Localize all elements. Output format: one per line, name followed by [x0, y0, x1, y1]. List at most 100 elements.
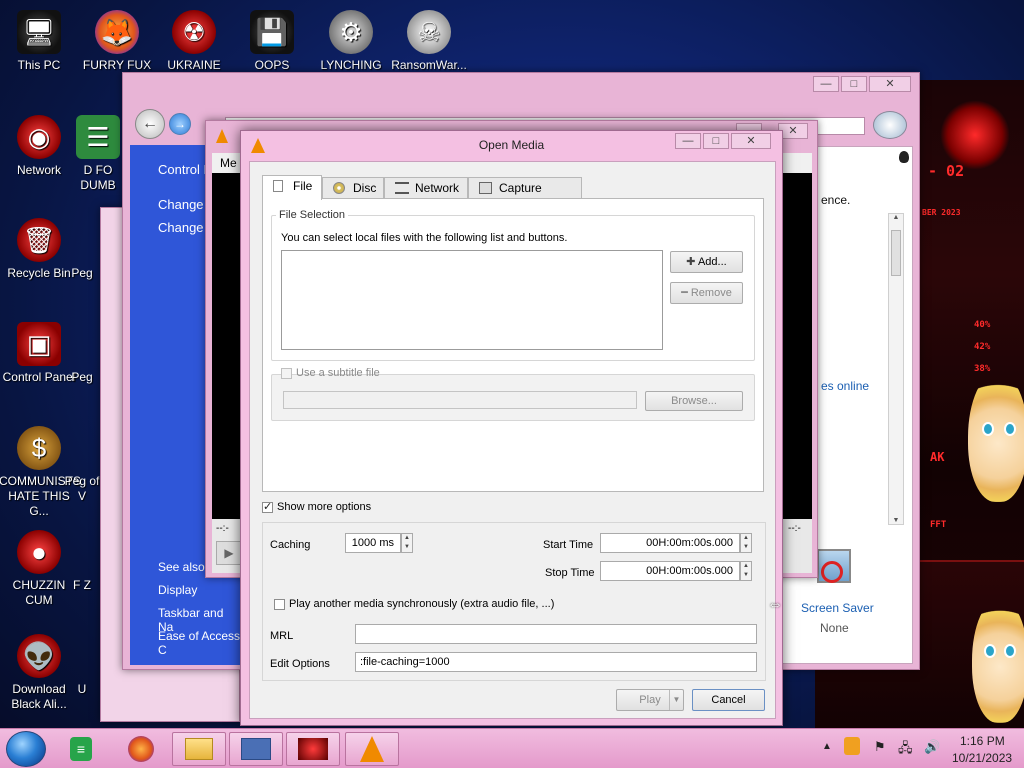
edit-options-label: Edit Options [270, 658, 330, 670]
desktop-icon-u[interactable]: U [62, 634, 102, 697]
network-tray-icon[interactable]: 🖧 [898, 739, 913, 761]
stop-time-input[interactable]: 00H:00m:00s.000 [600, 561, 740, 581]
tab-disc[interactable]: Disc [322, 177, 384, 199]
forward-button[interactable]: → [169, 113, 191, 135]
total-time: --:- [788, 523, 801, 534]
tab-network[interactable]: Network [384, 177, 468, 199]
sidebar-link-ease-of-access[interactable]: Ease of Access C [158, 629, 242, 657]
volume-icon[interactable]: 🔊 [924, 739, 940, 755]
app-icon: ☰ [76, 115, 120, 159]
maximize-button[interactable]: □ [841, 76, 867, 92]
desktop-icon-ukraine[interactable]: ☢ UKRAINE [154, 10, 234, 73]
taskbar-notes-app[interactable]: ≡ [66, 735, 96, 763]
minimize-button[interactable]: — [675, 133, 701, 149]
desktop-icon-oops[interactable]: 💾 OOPS [232, 10, 312, 73]
desktop-icon-peg-1[interactable]: Peg [62, 218, 102, 281]
cartoon-character-image [972, 598, 1024, 723]
screen-saver-value: None [820, 621, 849, 635]
tab-capture-device[interactable]: Capture Device [468, 177, 582, 215]
resize-cursor-icon: ⇔ [767, 596, 783, 613]
caching-label: Caching [270, 539, 311, 551]
caching-spinner[interactable]: ▲ ▼ [401, 533, 413, 553]
stop-time-spinner[interactable]: ▲ ▼ [740, 561, 752, 581]
desktop-icon-peg-3[interactable]: Peg of V [62, 426, 102, 504]
browse-button[interactable]: Browse... [645, 391, 743, 411]
file-list[interactable] [281, 250, 663, 350]
network-icon [395, 182, 409, 194]
show-hidden-icons[interactable]: ▲ [822, 741, 832, 752]
taskbar-file-explorer[interactable] [172, 732, 226, 766]
sidebar-link-change-2[interactable]: Change [158, 220, 204, 235]
start-time-spinner[interactable]: ▲ ▼ [740, 533, 752, 553]
money-bag-icon: $ [17, 426, 61, 470]
sidebar-link-change-1[interactable]: Change [158, 197, 204, 212]
remove-button[interactable]: ━ Remove [670, 282, 743, 304]
open-media-dialog[interactable]: Open Media — □ ✕ File Disc Network Captu… [240, 130, 783, 726]
cancel-button[interactable]: Cancel [692, 689, 765, 711]
subtitle-checkbox[interactable] [281, 368, 292, 379]
desktop-icon-label: Network [16, 163, 61, 177]
tray-app-icon[interactable] [844, 737, 860, 755]
close-button[interactable]: ✕ [869, 76, 911, 92]
tab-file[interactable]: File [262, 175, 322, 200]
chuzzle-icon: ● [17, 530, 61, 574]
disc-icon [333, 182, 345, 194]
taskbar-control-panel[interactable] [229, 732, 283, 766]
desktop-icon-label: UKRAINE [167, 58, 221, 72]
radiation-icon: ☢ [172, 10, 216, 54]
desktop-icon-label: RansomWar... [391, 58, 467, 72]
play-another-checkbox[interactable] [274, 599, 285, 610]
scroll-up-icon[interactable]: ▲ [889, 214, 903, 221]
scroll-down-icon[interactable]: ▼ [889, 517, 903, 524]
taskbar-firefox[interactable] [126, 735, 156, 763]
taskbar-red-app[interactable] [286, 732, 340, 766]
desktop-icon-this-pc[interactable]: 🖥 This PC [0, 10, 79, 73]
close-button[interactable]: ✕ [731, 133, 771, 149]
firefox-icon [128, 736, 154, 762]
screen-saver-link[interactable]: Screen Saver [801, 601, 874, 615]
taskbar-vlc[interactable] [345, 732, 399, 766]
minimize-button[interactable]: — [813, 76, 839, 92]
mrl-label: MRL [270, 630, 294, 642]
stop-time-label: Stop Time [545, 567, 595, 579]
show-more-options-checkbox[interactable] [262, 500, 273, 513]
subtitle-path-field[interactable] [283, 391, 637, 409]
start-button[interactable] [6, 731, 46, 767]
plus-icon: ✚ [686, 256, 696, 268]
desktop-icon-ransomware[interactable]: ☠ RansomWar... [389, 10, 469, 73]
vlc-cone-icon [360, 736, 384, 762]
clock-date[interactable]: 10/21/2023 [952, 751, 1012, 765]
desktop-icon-label: Peg [71, 266, 93, 280]
scroll-thumb[interactable] [891, 230, 901, 276]
start-time-input[interactable]: 00H:00m:00s.000 [600, 533, 740, 553]
desktop-icon-fz[interactable]: F Z [62, 530, 102, 593]
clock-time[interactable]: 1:16 PM [960, 734, 1005, 748]
maximize-button[interactable]: □ [703, 133, 729, 149]
online-link[interactable]: es online [821, 379, 869, 393]
desktop-icon-peg-2[interactable]: Peg [62, 322, 102, 385]
tab-label: File [293, 179, 313, 193]
menu-media[interactable]: Me [220, 156, 237, 170]
play-button[interactable]: Play ▼ [616, 689, 684, 711]
file-tab-panel: File Selection You can select local file… [262, 198, 764, 492]
dropdown-arrow-icon[interactable]: ▼ [669, 690, 683, 710]
content-scrollbar[interactable]: ▲ ▼ [888, 213, 904, 525]
caching-input[interactable]: 1000 ms [345, 533, 401, 553]
network-icon: ◉ [17, 115, 61, 159]
search-button[interactable] [873, 111, 907, 139]
desktop-icon-dfo-dumb[interactable]: ☰ D FO DUMB [68, 115, 128, 193]
add-button[interactable]: ✚ Add... [670, 251, 743, 273]
desktop-icon-lynching[interactable]: ⚙ LYNCHING [311, 10, 391, 73]
action-center-flag-icon[interactable]: ⚑ [874, 739, 886, 755]
sidebar-link-display[interactable]: Display [158, 583, 197, 597]
computer-icon: 🖥 [17, 10, 61, 54]
vlc-cone-icon [216, 129, 228, 143]
dialog-client-area: File Disc Network Capture Device File Se… [249, 161, 776, 719]
mrl-input[interactable] [355, 624, 757, 644]
skull-icon: ☠ [407, 10, 451, 54]
play-icon[interactable]: ▶ [216, 541, 242, 565]
desktop-icon-label: CHUZZIN CUM [12, 578, 66, 607]
edit-options-input[interactable]: :file-caching=1000 [355, 652, 757, 672]
desktop-icon-furry-fux[interactable]: 🦊 FURRY FUX [77, 10, 157, 73]
back-button[interactable]: ← [135, 109, 165, 139]
